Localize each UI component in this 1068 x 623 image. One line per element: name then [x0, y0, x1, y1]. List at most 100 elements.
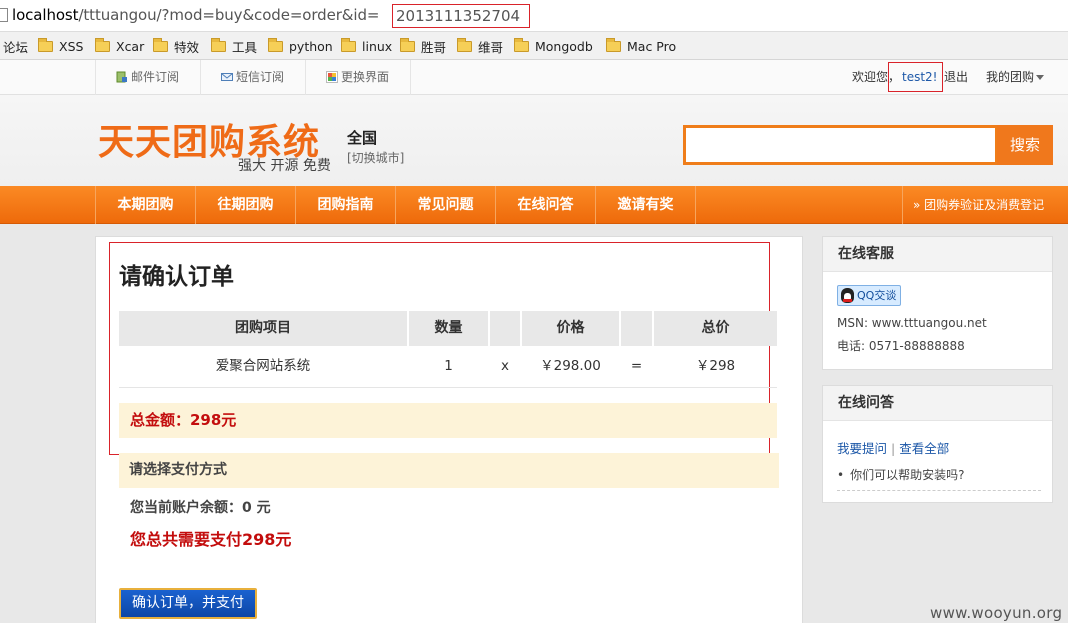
- dashed-divider: [837, 490, 1041, 491]
- link-separator: |: [891, 441, 896, 456]
- email-subscribe-link[interactable]: 邮件订阅: [95, 60, 179, 95]
- col-header-qty: 数量: [409, 311, 488, 346]
- nav-invite[interactable]: 邀请有奖: [595, 186, 695, 224]
- cell-multiply: x: [501, 358, 509, 374]
- ask-question-link[interactable]: 我要提问: [837, 441, 887, 456]
- bookmark-label: Mac Pro: [627, 38, 677, 54]
- folder-icon: [400, 37, 415, 52]
- sms-subscribe-link[interactable]: 短信订阅: [200, 60, 284, 95]
- amount-due: 您总共需要支付298元: [130, 530, 292, 549]
- sms-subscribe-label: 短信订阅: [236, 70, 285, 84]
- site-header: 天天团购系统 强大 开源 免费 全国 [切换城市] 搜索: [0, 95, 1068, 186]
- folder-icon: [341, 37, 356, 52]
- nav-online-qa[interactable]: 在线问答: [495, 186, 595, 224]
- url-id: 2013111352704: [396, 7, 521, 25]
- total-amount: 总金额：298元: [119, 403, 777, 438]
- bookmark-label: 工具: [232, 39, 258, 55]
- bookmarks-bar: 论坛 XSS Xcar 特效 工具 python linux 胜哥 维哥 Mon…: [0, 32, 1068, 60]
- phone-contact: 电话: 0571-88888888: [837, 339, 965, 353]
- current-city: 全国: [347, 129, 378, 147]
- bookmark-item[interactable]: 特效: [153, 37, 199, 55]
- folder-icon: [457, 37, 472, 52]
- bookmark-label: Mongodb: [535, 38, 593, 54]
- my-group-menu[interactable]: 我的团购: [986, 60, 1045, 94]
- address-bar[interactable]: localhost/tttuangou/?mod=buy&code=order&…: [0, 0, 1068, 32]
- qa-list-item[interactable]: • 你们可以帮助安装吗?: [837, 466, 964, 483]
- folder-icon: [153, 37, 168, 52]
- coupon-verify-link[interactable]: » 团购券验证及消费登记: [902, 186, 1044, 224]
- palette-icon: [326, 71, 338, 83]
- bookmark-item[interactable]: python: [268, 37, 333, 55]
- search-input[interactable]: [683, 125, 998, 165]
- change-skin-label: 更换界面: [341, 70, 390, 84]
- bookmark-item[interactable]: Xcar: [95, 37, 144, 55]
- service-title: 在线客服: [823, 237, 1052, 272]
- caret-down-icon: [1036, 75, 1045, 80]
- main-nav: 本期团购 往期团购 团购指南 常见问题 在线问答 邀请有奖 » 团购券验证及消费…: [0, 186, 1068, 224]
- search-button[interactable]: 搜索: [997, 125, 1053, 165]
- nav-guide[interactable]: 团购指南: [295, 186, 395, 224]
- watermark: www.wooyun.org: [930, 604, 1063, 622]
- row-divider: [119, 387, 777, 388]
- bookmark-label: 胜哥: [421, 39, 447, 55]
- cell-qty: 1: [444, 358, 453, 374]
- page-icon: [0, 8, 8, 22]
- bookmark-item[interactable]: linux: [341, 37, 392, 55]
- msn-contact: MSN: www.tttuangou.net: [837, 316, 987, 330]
- col-header-blank: [490, 311, 520, 346]
- bookmark-item[interactable]: Mac Pro: [606, 37, 676, 55]
- bullet-icon: •: [837, 468, 845, 482]
- bookmark-label: 论坛: [3, 39, 29, 55]
- folder-icon: [95, 37, 110, 52]
- nav-current-deals[interactable]: 本期团购: [95, 186, 195, 224]
- bookmark-item[interactable]: 胜哥: [400, 37, 446, 55]
- view-all-link[interactable]: 查看全部: [899, 441, 949, 456]
- bookmark-label: Xcar: [116, 38, 145, 54]
- switch-city-link[interactable]: [切换城市]: [347, 149, 404, 166]
- folder-icon: [514, 37, 529, 52]
- qa-item-text: 你们可以帮助安装吗?: [850, 468, 965, 482]
- bookmark-label: python: [289, 38, 333, 54]
- cell-price: ￥298.00: [540, 358, 601, 374]
- logout-link[interactable]: 退出: [944, 60, 968, 94]
- divider: [410, 60, 411, 95]
- envelope-icon: [221, 73, 233, 81]
- nav-past-deals[interactable]: 往期团购: [195, 186, 295, 224]
- cell-equals: =: [630, 358, 643, 374]
- email-subscribe-icon: [116, 71, 127, 83]
- bookmark-item[interactable]: 工具: [211, 37, 257, 55]
- folder-icon: [38, 37, 53, 52]
- confirm-pay-button[interactable]: 确认订单，并支付: [119, 588, 257, 619]
- top-utility-bar: 邮件订阅 短信订阅 更换界面 欢迎您， test2! 退出 我的团购: [0, 60, 1068, 95]
- qa-links: 我要提问 | 查看全部: [837, 438, 949, 457]
- url-path: /tttuangou/?mod=buy&code=order&id=: [78, 6, 380, 24]
- cell-item-name: 爱聚合网站系统: [215, 358, 311, 374]
- qq-chat-label: QQ交谈: [857, 289, 897, 302]
- bookmark-label: 维哥: [478, 39, 504, 55]
- cell-total: ￥298: [695, 358, 736, 374]
- url-host: localhost: [12, 6, 79, 24]
- bookmark-item[interactable]: Mongodb: [514, 37, 593, 55]
- qa-title: 在线问答: [823, 386, 1052, 421]
- folder-icon: [211, 37, 226, 52]
- bookmark-item[interactable]: XSS: [38, 37, 83, 55]
- bookmark-item[interactable]: 论坛: [3, 37, 28, 55]
- bookmark-item[interactable]: 维哥: [457, 37, 503, 55]
- qq-penguin-icon: [841, 288, 854, 303]
- my-group-label: 我的团购: [986, 70, 1035, 84]
- folder-icon: [268, 37, 283, 52]
- col-header-total: 总价: [654, 311, 777, 346]
- nav-divider: [695, 186, 696, 224]
- page-title: 请确认订单: [119, 264, 234, 290]
- payment-method-heading: 请选择支付方式: [119, 453, 779, 488]
- nav-faq[interactable]: 常见问题: [395, 186, 495, 224]
- change-skin-link[interactable]: 更换界面: [305, 60, 389, 95]
- bookmark-label: XSS: [59, 38, 84, 54]
- col-header-price: 价格: [522, 311, 619, 346]
- folder-icon: [606, 37, 621, 52]
- qq-chat-button[interactable]: QQ交谈: [837, 285, 901, 306]
- bookmark-label: 特效: [174, 39, 200, 55]
- url-text[interactable]: localhost/tttuangou/?mod=buy&code=order&…: [12, 6, 379, 24]
- account-balance: 您当前账户余额：0 元: [130, 500, 271, 516]
- username-highlight: [888, 62, 943, 92]
